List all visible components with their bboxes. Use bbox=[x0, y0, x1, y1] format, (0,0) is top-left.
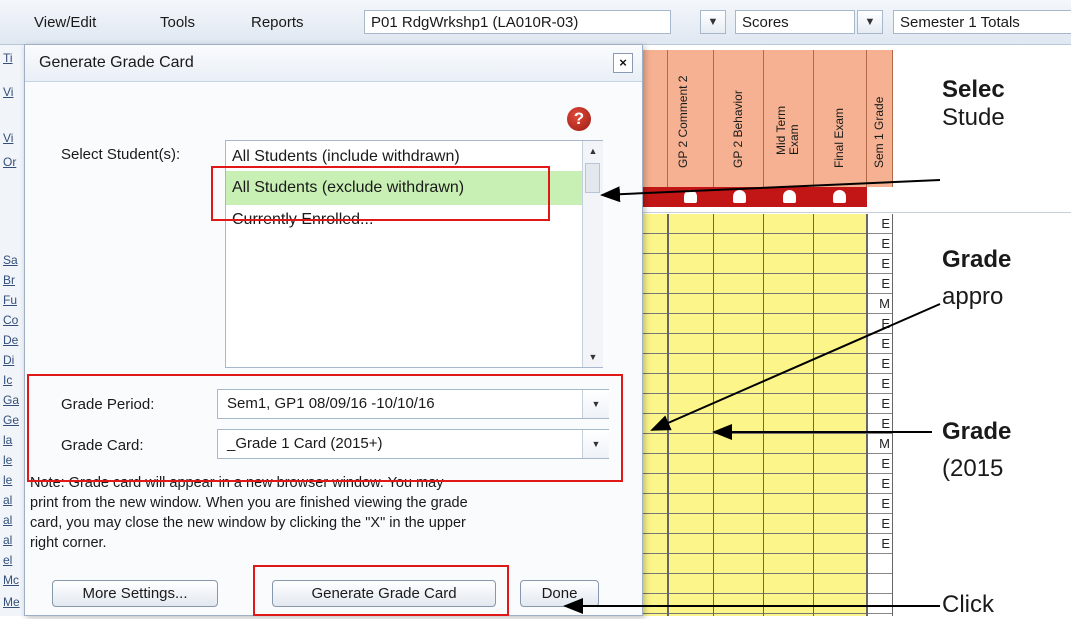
callout-arrows bbox=[563, 179, 941, 614]
arrow-to-grade-period bbox=[650, 303, 941, 431]
arrow-to-students-list bbox=[600, 179, 941, 203]
